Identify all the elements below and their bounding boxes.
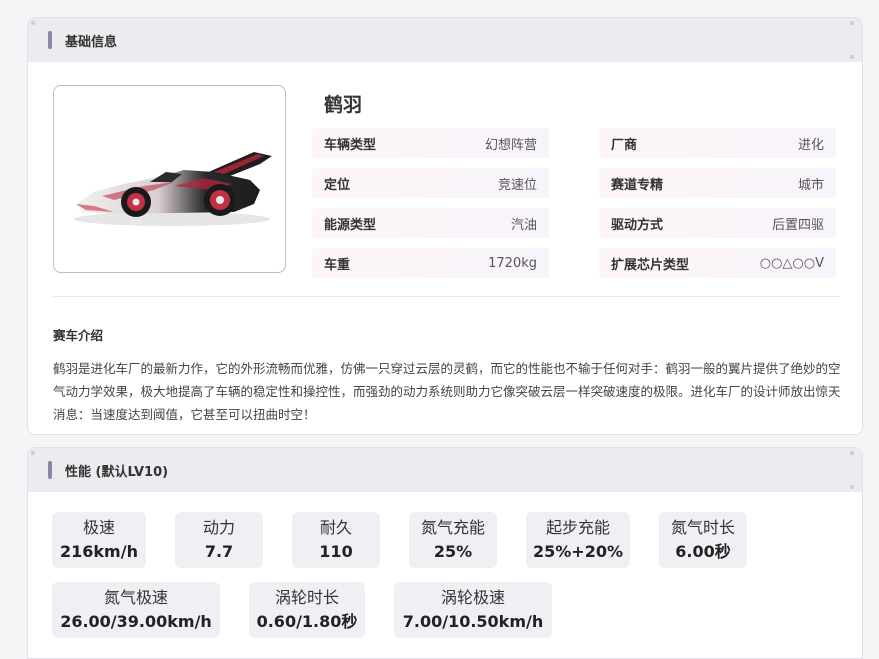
stat-nitro-top-speed: 氮气极速 26.00/39.00km/h [52, 582, 220, 638]
corner-dot [850, 451, 854, 455]
attr-value: ○○△○○V [759, 255, 824, 271]
stat-label: 极速 [82, 518, 115, 537]
header-accent-bar [48, 461, 52, 479]
section-divider [53, 296, 839, 297]
attribute-grid: 车辆类型 幻想阵营 厂商 进化 定位 竞速位 赛道专精 城市 能源类型 汽油 驱… [312, 128, 840, 278]
stat-value: 110 [319, 542, 353, 561]
stat-label: 氮气时长 [670, 518, 735, 537]
attr-row-energy-type: 能源类型 汽油 [312, 208, 549, 238]
corner-dot [31, 451, 35, 455]
corner-dot [850, 485, 854, 489]
attr-value: 进化 [797, 137, 824, 153]
intro-title: 赛车介绍 [53, 328, 104, 343]
stat-nitro-charge: 氮气充能 25% [409, 512, 497, 568]
stat-label: 动力 [202, 518, 235, 537]
stat-label: 起步充能 [545, 518, 610, 537]
attr-row-position: 定位 竞速位 [312, 168, 549, 198]
car-image [74, 152, 272, 226]
attr-label: 厂商 [611, 137, 638, 153]
stat-value: 216km/h [60, 542, 138, 561]
car-image-frame [53, 85, 286, 273]
stat-top-speed: 极速 216km/h [52, 512, 146, 568]
stat-start-charge: 起步充能 25%+20% [526, 512, 630, 568]
stat-label: 氮气极速 [103, 588, 168, 607]
attr-label: 赛道专精 [611, 177, 664, 193]
stat-durability: 耐久 110 [292, 512, 380, 568]
attr-value: 汽油 [510, 217, 537, 233]
attr-row-drive-type: 驱动方式 后置四驱 [599, 208, 836, 238]
attr-label: 车重 [324, 257, 351, 273]
stat-turbo-duration: 涡轮时长 0.60/1.80秒 [249, 582, 365, 638]
attr-label: 定位 [324, 177, 351, 193]
stat-value: 0.60/1.80秒 [256, 612, 358, 631]
corner-dot [31, 21, 35, 25]
corner-dot [850, 21, 854, 25]
stat-label: 氮气充能 [420, 518, 485, 537]
attr-value: 1720kg [488, 255, 537, 271]
stat-value: 25%+20% [533, 542, 623, 561]
stat-turbo-top-speed: 涡轮极速 7.00/10.50km/h [394, 582, 552, 638]
attr-label: 驱动方式 [611, 217, 664, 233]
attr-row-weight: 车重 1720kg [312, 248, 549, 278]
attr-value: 竞速位 [497, 177, 537, 193]
stat-value: 25% [433, 542, 473, 561]
stat-label: 涡轮极速 [440, 588, 505, 607]
basic-info-card: 基础信息 鹤羽 车辆类型 幻想阵营 厂商 进化 定位 竞速位 赛道专精 城市 能… [27, 17, 863, 435]
attr-row-vehicle-type: 车辆类型 幻想阵营 [312, 128, 549, 158]
stat-label: 涡轮时长 [274, 588, 339, 607]
stat-value: 7.7 [204, 542, 234, 561]
header-accent-bar [48, 31, 52, 49]
corner-dot [850, 55, 854, 59]
stat-power: 动力 7.7 [175, 512, 263, 568]
attr-value: 幻想阵营 [484, 137, 537, 153]
attr-row-manufacturer: 厂商 进化 [599, 128, 836, 158]
basic-info-header: 基础信息 [28, 18, 862, 62]
attr-label: 扩展芯片类型 [611, 257, 690, 273]
stat-value: 26.00/39.00km/h [60, 612, 212, 631]
performance-title: 性能 (默认LV10) [65, 464, 169, 480]
attr-row-chip-type: 扩展芯片类型 ○○△○○V [599, 248, 836, 278]
intro-text: 鹤羽是进化车厂的最新力作，它的外形流畅而优雅，仿佛一只穿过云层的灵鹤，而它的性能… [53, 361, 841, 422]
performance-header: 性能 (默认LV10) [28, 448, 862, 492]
attr-row-track-specialty: 赛道专精 城市 [599, 168, 836, 198]
stat-value: 6.00秒 [675, 542, 731, 561]
attr-value: 后置四驱 [771, 217, 824, 233]
basic-info-title: 基础信息 [65, 34, 118, 50]
stat-label: 耐久 [319, 518, 352, 537]
attr-value: 城市 [797, 177, 824, 193]
stat-nitro-duration: 氮气时长 6.00秒 [659, 512, 747, 568]
attr-label: 能源类型 [324, 217, 377, 233]
performance-card: 性能 (默认LV10) 极速 216km/h 动力 7.7 耐久 110 氮气充… [27, 447, 863, 659]
attr-label: 车辆类型 [324, 137, 377, 153]
car-name: 鹤羽 [324, 94, 363, 116]
stat-value: 7.00/10.50km/h [402, 612, 544, 631]
